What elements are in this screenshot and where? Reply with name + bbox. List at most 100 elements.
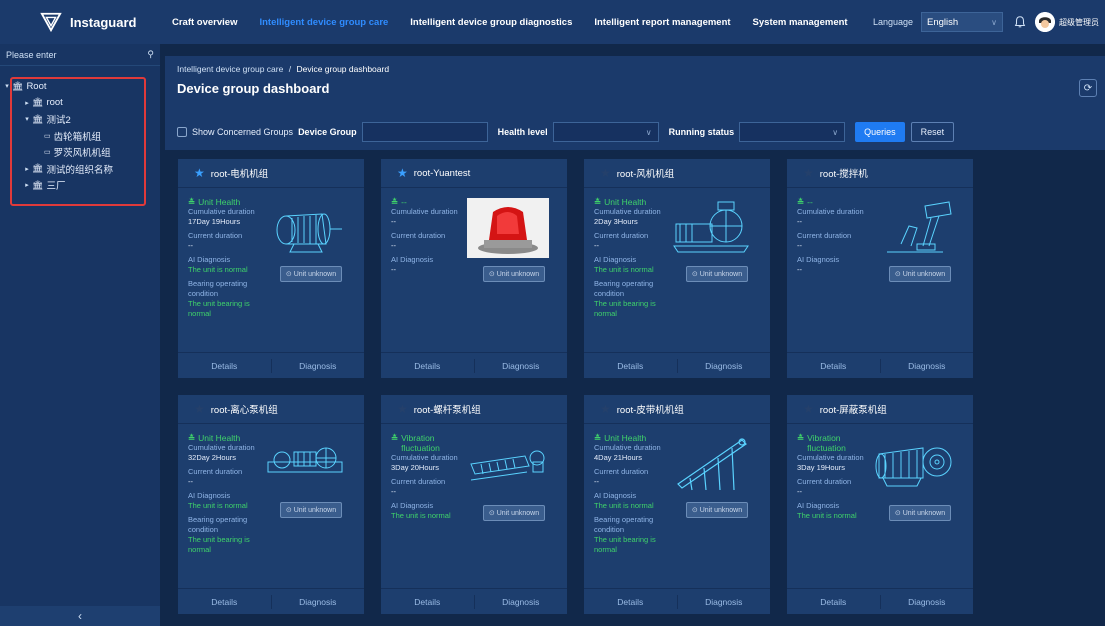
nav-device-group-care[interactable]: Intelligent device group care: [259, 17, 388, 28]
card-footer: Details Diagnosis: [787, 588, 973, 614]
star-icon[interactable]: ★: [600, 166, 611, 180]
details-button[interactable]: Details: [381, 597, 474, 607]
health-level-select[interactable]: ∨: [552, 122, 659, 142]
nav-report-management[interactable]: Intelligent report management: [594, 17, 730, 28]
diagnosis-button[interactable]: Diagnosis: [678, 361, 771, 371]
info-icon: ⊙: [894, 271, 901, 278]
main-nav: Craft overview Intelligent device group …: [172, 0, 870, 44]
unit-status-button[interactable]: ⊙ Unit unknown: [280, 502, 342, 518]
card-header: ★ root-电机机组: [178, 159, 364, 188]
unit-status-button[interactable]: ⊙ Unit unknown: [686, 502, 748, 518]
unit-status-button[interactable]: ⊙ Unit unknown: [889, 505, 951, 521]
card-footer: Details Diagnosis: [381, 352, 567, 378]
diagnosis-button[interactable]: Diagnosis: [881, 361, 974, 371]
diagnosis-button[interactable]: Diagnosis: [475, 597, 568, 607]
card-title[interactable]: root-搅拌机: [820, 166, 868, 180]
details-button[interactable]: Details: [584, 361, 677, 371]
sidebar-collapse-button[interactable]: ‹: [0, 606, 160, 626]
app-logo[interactable]: Instaguard: [0, 0, 160, 44]
reset-button[interactable]: Reset: [910, 122, 955, 142]
card-title[interactable]: root-Yuantest: [414, 168, 471, 179]
unit-status-button[interactable]: ⊙ Unit unknown: [889, 266, 951, 282]
diagnosis-button[interactable]: Diagnosis: [272, 361, 365, 371]
search-input[interactable]: Please enter: [6, 50, 57, 60]
details-button[interactable]: Details: [381, 361, 474, 371]
bearing-condition-label: Bearing operating condition: [188, 515, 248, 534]
card-header: ★ root-风机机组: [584, 159, 770, 188]
health-icon: ≛: [188, 433, 196, 443]
nav-craft-overview[interactable]: Craft overview: [172, 17, 237, 28]
diagnosis-button[interactable]: Diagnosis: [272, 597, 365, 607]
card-footer: Details Diagnosis: [584, 352, 770, 378]
health-label: Vibration fluctuation: [807, 433, 846, 453]
card-header: ★ root-皮带机机组: [584, 395, 770, 424]
unit-status-label: Unit unknown: [293, 506, 337, 514]
card-body: ≛ Vibration fluctuation Cumulative durat…: [787, 424, 973, 588]
breadcrumb: Intelligent device group care / Device g…: [177, 64, 389, 74]
device-illustration: [670, 198, 752, 258]
health-label: --: [807, 197, 813, 207]
details-button[interactable]: Details: [178, 361, 271, 371]
card-title[interactable]: root-螺杆泵机组: [414, 402, 481, 416]
unit-status-button[interactable]: ⊙ Unit unknown: [483, 505, 545, 521]
star-icon[interactable]: ★: [803, 166, 814, 180]
bell-icon[interactable]: [1013, 15, 1027, 29]
chevron-down-icon: ∨: [832, 127, 839, 137]
breadcrumb-parent[interactable]: Intelligent device group care: [177, 64, 283, 74]
device-group-card: ★ root-离心泵机组 ≛ Unit Health Cumulative du…: [178, 395, 364, 614]
health-label: Unit Health: [604, 197, 647, 207]
details-button[interactable]: Details: [787, 597, 880, 607]
card-title[interactable]: root-电机机组: [211, 166, 269, 180]
header-right: Language English ∨ 超级管理员: [873, 0, 1105, 44]
tree-search[interactable]: Please enter ⚲: [0, 44, 160, 66]
device-group-input[interactable]: [361, 122, 488, 142]
avatar[interactable]: [1035, 12, 1055, 32]
app-name: Instaguard: [70, 14, 137, 30]
bearing-condition-label: Bearing operating condition: [594, 515, 654, 534]
details-button[interactable]: Details: [787, 361, 880, 371]
card-footer: Details Diagnosis: [178, 588, 364, 614]
nav-system-management[interactable]: System management: [753, 17, 848, 28]
refresh-button[interactable]: ⟳: [1079, 79, 1097, 97]
show-concerned-checkbox[interactable]: [177, 127, 187, 137]
show-concerned-label[interactable]: Show Concerned Groups: [192, 127, 293, 137]
star-icon[interactable]: ★: [397, 166, 408, 180]
query-button[interactable]: Queries: [855, 122, 905, 142]
info-icon: ⊙: [285, 271, 292, 278]
chevron-down-icon: ∨: [991, 17, 997, 27]
star-icon[interactable]: ★: [600, 402, 611, 416]
diagnosis-button[interactable]: Diagnosis: [881, 597, 974, 607]
details-button[interactable]: Details: [178, 597, 271, 607]
language-label: Language: [872, 17, 913, 27]
card-title[interactable]: root-离心泵机组: [211, 402, 278, 416]
card-body: ≛ -- Cumulative duration -- Current dura…: [381, 188, 567, 352]
card-title[interactable]: root-皮带机机组: [617, 402, 684, 416]
info-icon: ⊙: [488, 271, 495, 278]
info-icon: ⊙: [285, 507, 292, 514]
user-name[interactable]: 超级管理员: [1059, 17, 1099, 28]
star-icon[interactable]: ★: [397, 402, 408, 416]
diagnosis-button[interactable]: Diagnosis: [475, 361, 568, 371]
health-label: Unit Health: [604, 433, 647, 443]
chevron-down-icon: ∨: [645, 127, 652, 137]
language-select[interactable]: English ∨: [921, 12, 1003, 32]
nav-device-group-diagnostics[interactable]: Intelligent device group diagnostics: [410, 17, 572, 28]
unit-status-label: Unit unknown: [902, 270, 946, 278]
running-status-select[interactable]: ∨: [739, 122, 846, 142]
unit-status-label: Unit unknown: [699, 506, 743, 514]
details-button[interactable]: Details: [584, 597, 677, 607]
card-header: ★ root-屏蔽泵机组: [787, 395, 973, 424]
star-icon[interactable]: ★: [194, 402, 205, 416]
unit-status-label: Unit unknown: [699, 270, 743, 278]
star-icon[interactable]: ★: [194, 166, 205, 180]
diagnosis-button[interactable]: Diagnosis: [678, 597, 771, 607]
card-title[interactable]: root-风机机组: [617, 166, 675, 180]
card-title[interactable]: root-屏蔽泵机组: [820, 402, 887, 416]
health-icon: ≛: [188, 197, 196, 207]
unit-status-button[interactable]: ⊙ Unit unknown: [483, 266, 545, 282]
search-icon[interactable]: ⚲: [147, 49, 154, 60]
star-icon[interactable]: ★: [803, 402, 814, 416]
unit-status-button[interactable]: ⊙ Unit unknown: [280, 266, 342, 282]
unit-status-button[interactable]: ⊙ Unit unknown: [686, 266, 748, 282]
info-icon: ⊙: [691, 507, 698, 514]
